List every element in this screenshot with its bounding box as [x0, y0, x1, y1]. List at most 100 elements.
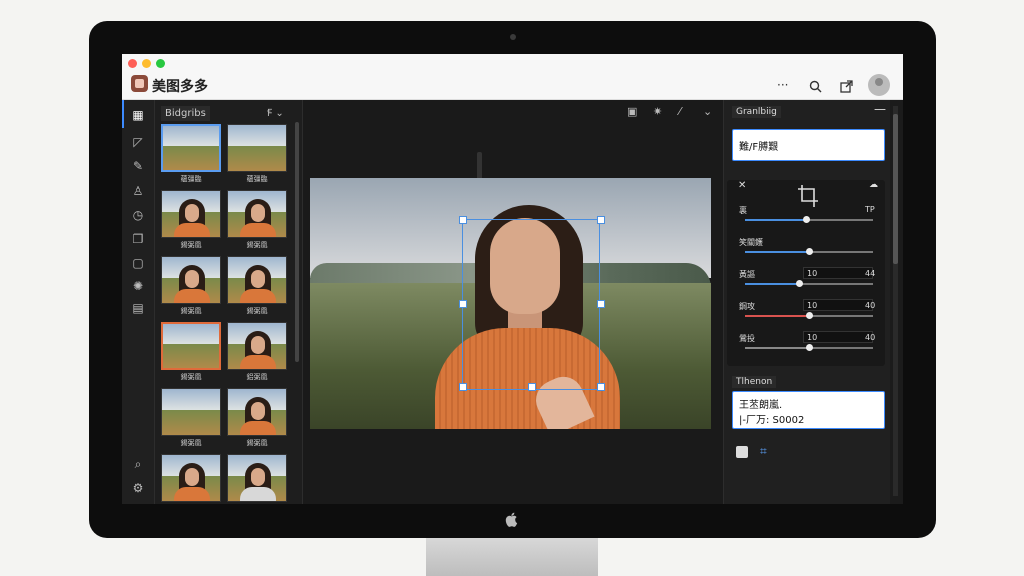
- title-bar: 美图多多 ···: [122, 54, 903, 100]
- slider-knob[interactable]: [806, 344, 813, 351]
- thumbnail-image: [161, 322, 221, 370]
- info-box[interactable]: 王苤朗嵐. |-厂万: S0002: [732, 391, 885, 429]
- cloud-icon[interactable]: ☁: [869, 180, 878, 190]
- crop-handle-left[interactable]: [459, 300, 467, 308]
- thumbnail-image: [227, 388, 287, 436]
- slider-value-right: 40: [865, 333, 876, 342]
- rail-active-indicator: [122, 100, 124, 128]
- share-icon[interactable]: [840, 80, 853, 93]
- close-icon[interactable]: ✕: [738, 180, 746, 191]
- minimize-window-button[interactable]: [142, 59, 151, 68]
- thumbnail[interactable]: 蘊彊臨: [227, 124, 287, 183]
- thumbnail[interactable]: 錫弼凰: [161, 322, 221, 381]
- thumbnail-image: [227, 256, 287, 304]
- thumbnail[interactable]: 錫弼凰: [227, 454, 287, 504]
- slider-value-right: 44: [865, 269, 876, 278]
- preset-name-field[interactable]: 難/F膊艱: [732, 129, 885, 161]
- pen-icon[interactable]: ⁄: [679, 105, 681, 118]
- app-title: 美图多多: [152, 79, 208, 95]
- slider-fill: [745, 219, 807, 221]
- info-line-1: 王苤朗嵐.: [739, 400, 783, 411]
- crop-icon[interactable]: ◸: [130, 134, 146, 150]
- camera-dot: [510, 34, 516, 40]
- crop-handle-right[interactable]: [597, 300, 605, 308]
- thumbnail-image: [227, 454, 287, 502]
- thumbnail[interactable]: 鋁弼凰: [227, 322, 287, 381]
- slider-track[interactable]: [745, 216, 873, 223]
- info-line-2: |-厂万: S0002: [739, 415, 805, 426]
- slider-label: 裏: [739, 206, 747, 215]
- thumbnail-image: [161, 190, 221, 238]
- thumbnail[interactable]: 錫弼凰: [161, 388, 221, 447]
- thumbnail-scrollbar[interactable]: [295, 122, 299, 362]
- thumbnail[interactable]: 錫弼凰: [227, 388, 287, 447]
- chevron-down-icon[interactable]: ⌄: [703, 105, 712, 118]
- more-icon[interactable]: ···: [777, 78, 788, 92]
- thumbnail-caption: 蘊彊臨: [180, 175, 202, 183]
- chevron-down-icon: ⌄: [275, 108, 284, 119]
- thumbnail-caption: 錫弼凰: [180, 439, 202, 447]
- thumbnail-caption: 錫弼凰: [180, 307, 202, 315]
- compare-icon[interactable]: ▣: [627, 105, 637, 118]
- slider-label: 黃謳: [739, 270, 755, 279]
- gear-icon[interactable]: ⚙: [130, 480, 146, 496]
- thumbnail[interactable]: 蘊彊臨: [161, 124, 221, 183]
- collapse-icon[interactable]: —: [874, 102, 886, 116]
- slider-knob[interactable]: [795, 280, 803, 287]
- photo-canvas[interactable]: [310, 178, 711, 429]
- brush-icon[interactable]: ✎: [130, 158, 146, 174]
- slider-track[interactable]: [745, 312, 873, 319]
- canvas-area: ▣ ✷ ⁄ ⌄: [303, 100, 723, 504]
- crop-handle-top-left[interactable]: [459, 216, 467, 224]
- app-window: 美图多多 ··· ▦ ◸ ✎ ♙ ◷ ❐ ▢ ✺ ▤ ⌕ ⚙ Bidgribs …: [122, 54, 903, 504]
- chat-icon[interactable]: ▢: [130, 255, 146, 271]
- panel-scrollbar-thumb[interactable]: [893, 114, 898, 264]
- thumbnail-caption: 錫弼凰: [246, 439, 268, 447]
- slider-label: 笑關鑊: [739, 238, 763, 247]
- slider-track[interactable]: [745, 248, 873, 255]
- layers-icon[interactable]: ❐: [130, 231, 146, 247]
- search-icon[interactable]: [809, 80, 822, 93]
- clock-icon[interactable]: ◷: [130, 207, 146, 223]
- close-window-button[interactable]: [128, 59, 137, 68]
- app-logo-icon: [131, 75, 148, 92]
- dice-icon[interactable]: [736, 446, 748, 458]
- slider-value-left: 10: [807, 333, 818, 342]
- crop-handle-top-right[interactable]: [597, 216, 605, 224]
- slider-row: 鶯投 10 40: [739, 331, 879, 353]
- sort-tool[interactable]: Ꞙ ⌄: [267, 105, 284, 119]
- thumbnail-panel: Bidgribs Ꞙ ⌄ 蘊彊臨 蘊彊臨 錫弼凰 錫弼凰 錫弼凰 錫弼凰 錫弼凰 鋁弼凰 錫弼凰…: [155, 100, 303, 504]
- slider-value-right: 40: [865, 301, 876, 310]
- monitor-stand: [426, 536, 598, 576]
- thumbnail[interactable]: 錫弼凰: [161, 256, 221, 315]
- maximize-window-button[interactable]: [156, 59, 165, 68]
- search-icon[interactable]: ⌕: [130, 456, 146, 472]
- stamp-icon[interactable]: ♙: [130, 183, 146, 199]
- panel-scrollbar[interactable]: [893, 106, 898, 496]
- thumbnail[interactable]: 錫弼凰: [161, 190, 221, 249]
- thumbnail[interactable]: 錫弼凰: [227, 256, 287, 315]
- crop-selection-box[interactable]: [459, 216, 605, 391]
- slider-track[interactable]: [745, 280, 873, 287]
- slider-knob[interactable]: [803, 216, 811, 223]
- avatar[interactable]: [868, 74, 890, 96]
- apple-logo-icon: [505, 512, 518, 527]
- crop-handle-bottom-left[interactable]: [459, 383, 467, 391]
- thumbnail-image: [227, 190, 287, 238]
- slider-knob[interactable]: [806, 312, 813, 319]
- grid-icon[interactable]: ▦: [130, 107, 146, 123]
- slider-knob[interactable]: [806, 248, 813, 255]
- slider-value-right: TP: [865, 205, 875, 214]
- thumbnail-image: [161, 454, 221, 502]
- magic-wand-icon[interactable]: ✷: [653, 105, 662, 118]
- settings-gear-icon[interactable]: ✺: [130, 278, 146, 294]
- grid-select-icon[interactable]: ⌗: [760, 444, 767, 459]
- slider-track[interactable]: [745, 344, 873, 351]
- thumbnail[interactable]: 錫弼凰: [161, 454, 221, 504]
- folder-icon[interactable]: ▤: [130, 300, 146, 316]
- thumbnail-caption: 鋁弼凰: [246, 373, 268, 381]
- crop-handle-bottom[interactable]: [528, 383, 536, 391]
- crop-handle-bottom-right[interactable]: [597, 383, 605, 391]
- slider-row: 笑關鑊: [739, 237, 879, 257]
- thumbnail[interactable]: 錫弼凰: [227, 190, 287, 249]
